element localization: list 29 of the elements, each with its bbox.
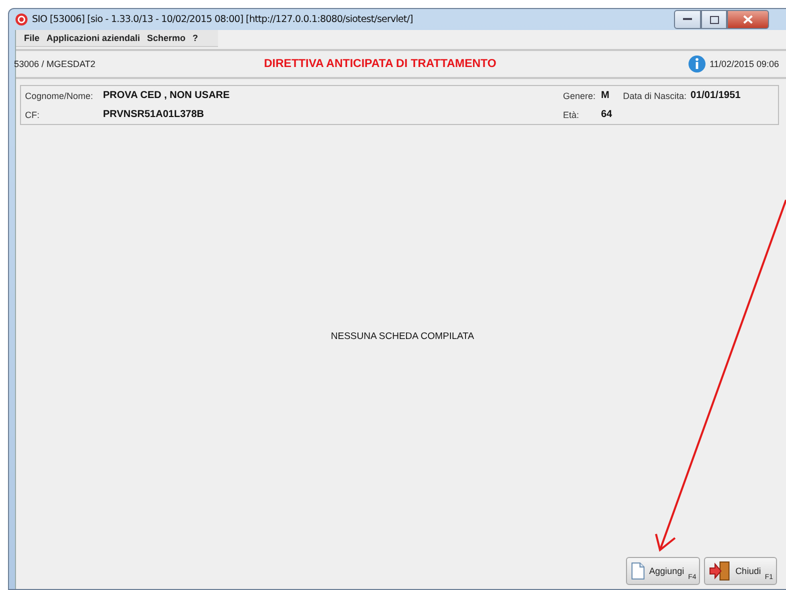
field-value: PRVNSR51A01L378B <box>103 109 205 120</box>
page-title: DIRETTIVA ANTICIPATA DI TRATTAMENTO <box>264 58 496 70</box>
close-button[interactable] <box>727 10 769 29</box>
field-label: Data di Nascita: <box>623 90 687 100</box>
screen-code: 53006 / MGESDAT2 <box>14 59 96 69</box>
document-icon <box>631 562 646 580</box>
field-value: M <box>601 90 610 101</box>
maximize-button[interactable] <box>701 10 727 29</box>
field-value: 64 <box>601 109 614 120</box>
minimize-icon <box>683 18 692 21</box>
minimize-button[interactable] <box>674 10 701 29</box>
menu-item[interactable]: ? <box>192 33 198 43</box>
field-value: PROVA CED , NON USARE <box>103 90 231 101</box>
exit-door-icon <box>709 561 732 581</box>
maximize-icon <box>710 16 718 24</box>
date-time: 11/02/2015 09:06 <box>710 59 779 69</box>
close-icon <box>743 15 753 24</box>
field-label: Genere: <box>563 90 597 100</box>
empty-message: NESSUNA SCHEDA COMPILATA <box>330 330 474 342</box>
field-value: 01/01/1951 <box>690 90 741 101</box>
field-label: CF: <box>25 110 40 120</box>
app-logo-icon <box>15 13 28 26</box>
window-title: SIO [53006] [sio - 1.33.0/13 - 10/02/2015 08:00] [http://127.0.0.1:8080/siotest/servlet/] <box>32 14 413 25</box>
menu-item[interactable]: File <box>24 33 40 43</box>
field-label: Età: <box>563 110 580 120</box>
field-label: Cognome/Nome: <box>25 90 94 100</box>
info-icon[interactable] <box>688 55 706 73</box>
menu-item[interactable]: Applicazioni aziendali <box>46 33 140 43</box>
menu-item[interactable]: Schermo <box>147 33 186 43</box>
